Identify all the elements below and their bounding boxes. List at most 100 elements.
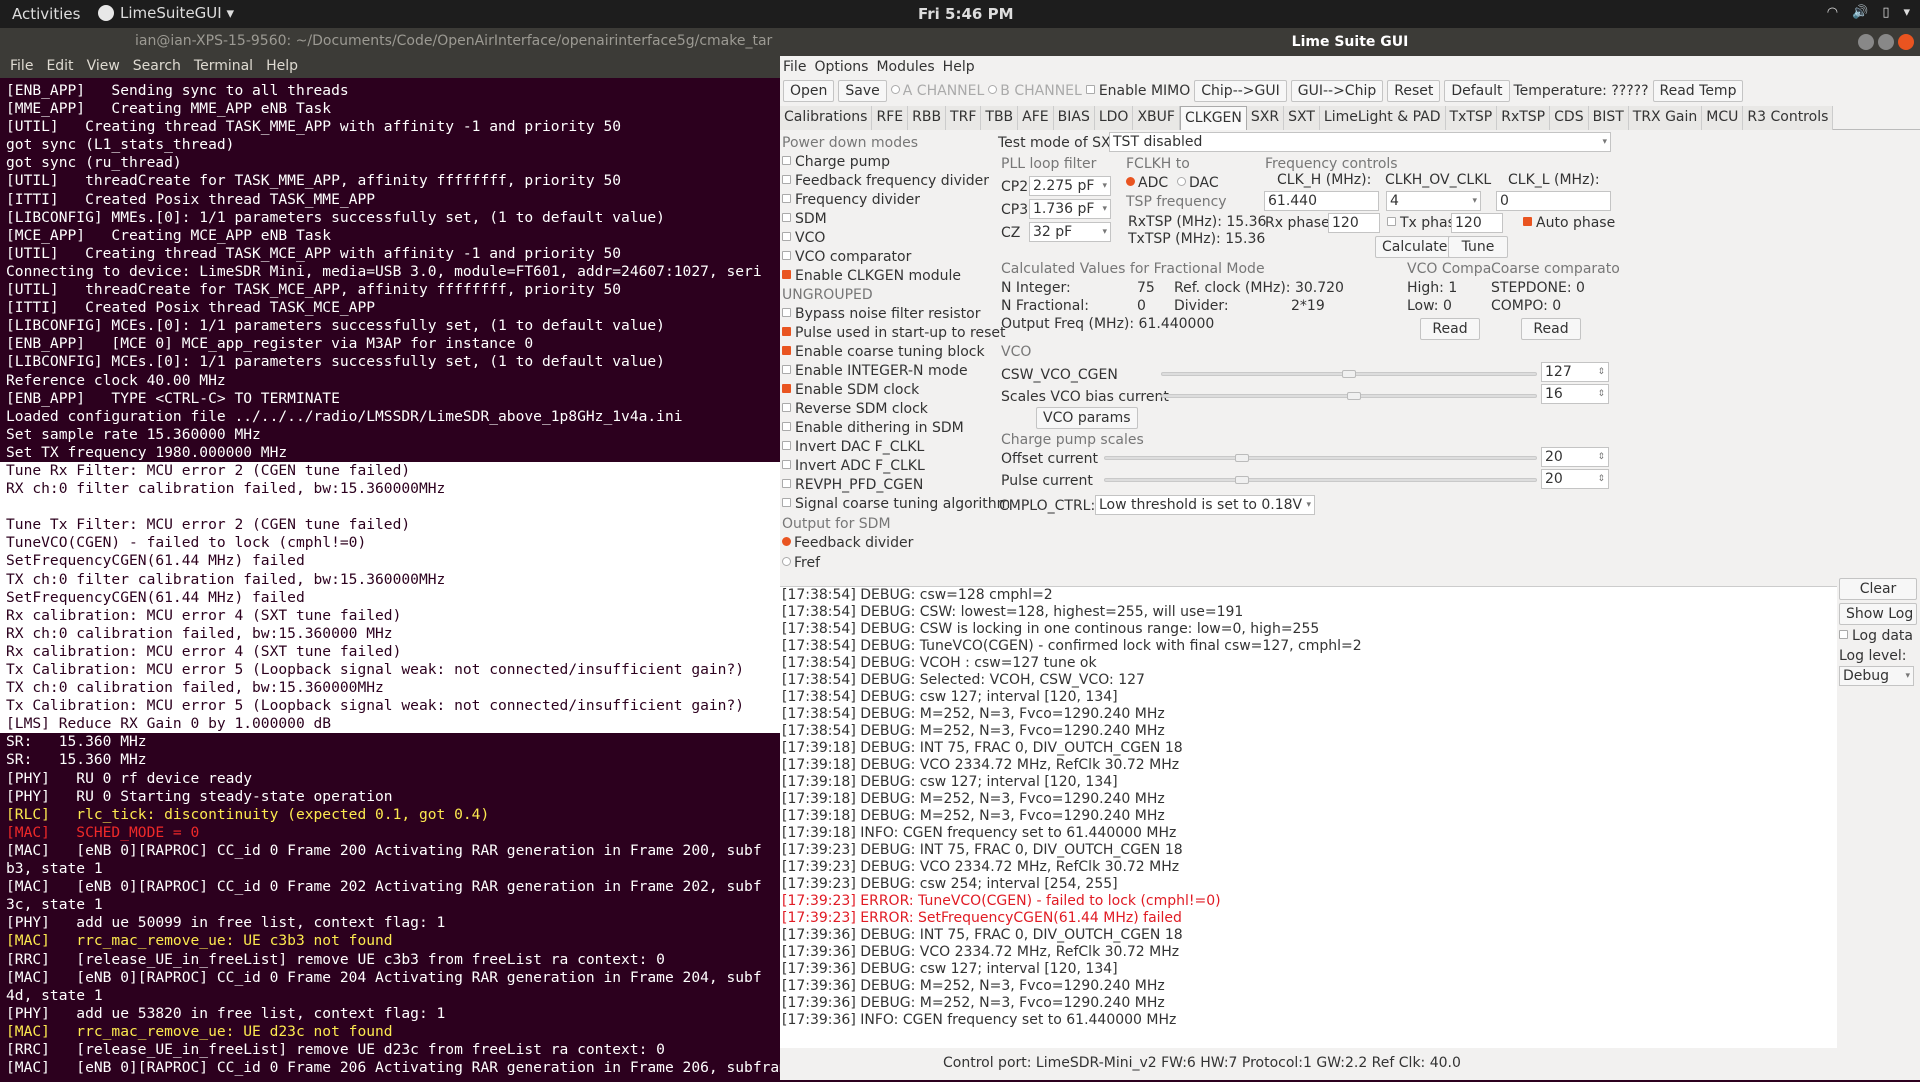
ungrouped-option-checkbox[interactable]: Pulse used in start-up to reset (782, 325, 1005, 341)
coarse-read-button[interactable]: Read (1521, 318, 1581, 340)
ungrouped-option-checkbox[interactable]: Signal coarse tuning algorithm (782, 496, 1010, 512)
csw-vco-cgen-spinbox[interactable]: 127 ⇕ (1541, 362, 1609, 382)
clk-h-input[interactable]: 61.440 (1264, 191, 1379, 211)
offset-current-slider[interactable] (1104, 454, 1537, 462)
b-channel-radio[interactable]: B CHANNEL (988, 83, 1082, 99)
ungrouped-option-checkbox[interactable]: Reverse SDM clock (782, 401, 928, 417)
show-log-button[interactable]: Show Log (1839, 603, 1917, 625)
power-down-feedback-frequency-divider-checkbox[interactable]: Feedback frequency divider (782, 173, 989, 189)
power-down-vco-comparator-checkbox[interactable]: VCO comparator (782, 249, 911, 265)
tab-calibrations[interactable]: Calibrations (780, 106, 873, 130)
tab-bist[interactable]: BIST (1588, 106, 1629, 130)
maximize-button[interactable] (1878, 34, 1894, 50)
save-button[interactable]: Save (838, 80, 887, 102)
lime-menu-help[interactable]: Help (943, 56, 975, 78)
ungrouped-option-checkbox[interactable]: Invert DAC F_CLKL (782, 439, 924, 455)
pulse-current-slider[interactable] (1104, 476, 1537, 484)
read-temp-button[interactable]: Read Temp (1652, 80, 1744, 102)
ungrouped-option-checkbox[interactable]: Bypass noise filter resistor (782, 306, 980, 322)
fclkh-dac-radio[interactable]: DAC (1177, 175, 1219, 191)
tab-tbb[interactable]: TBB (981, 106, 1019, 130)
tab-txtsp[interactable]: TxTSP (1445, 106, 1498, 130)
enable-mimo-checkbox[interactable]: Enable MIMO (1086, 83, 1190, 99)
log-panel[interactable]: [17:38:54] DEBUG: csw=128 cmphl=2 [17:38:… (780, 586, 1837, 1048)
tx-phase-input[interactable]: 120 (1451, 213, 1503, 233)
terminal-window[interactable]: ian@ian-XPS-15-9560: ~/Documents/Code/Op… (0, 28, 780, 1080)
power-down-vco-checkbox[interactable]: VCO (782, 230, 825, 246)
system-tray[interactable]: ◠ 🔊 ▯ ▾ (1827, 5, 1910, 20)
minimize-button[interactable] (1858, 34, 1874, 50)
tab-trf[interactable]: TRF (946, 106, 982, 130)
vco-params-button[interactable]: VCO params (1036, 407, 1138, 429)
app-menu[interactable]: LimeSuiteGUI ▾ (98, 4, 234, 22)
tab-r3-controls[interactable]: R3 Controls (1743, 106, 1834, 130)
calculate-button[interactable]: Calculate (1375, 236, 1455, 258)
tab-ldo[interactable]: LDO (1094, 106, 1134, 130)
feedback-divider-radio[interactable]: Feedback divider (782, 535, 913, 551)
ungrouped-option-checkbox[interactable]: Enable dithering in SDM (782, 420, 964, 436)
tab-limelight-pad[interactable]: LimeLight & PAD (1319, 106, 1446, 130)
ungrouped-option-checkbox[interactable]: REVPH_PFD_CGEN (782, 477, 923, 493)
clkh-ov-clkl-select[interactable]: 4 ▾ (1386, 191, 1481, 211)
ungrouped-option-checkbox[interactable]: Invert ADC F_CLKL (782, 458, 925, 474)
fref-radio[interactable]: Fref (782, 555, 820, 571)
tab-xbuf[interactable]: XBUF (1133, 106, 1180, 130)
log-data-checkbox[interactable]: Log data (1839, 628, 1913, 644)
lime-menu-options[interactable]: Options (814, 56, 868, 78)
scales-vco-bias-spinbox[interactable]: 16 ⇕ (1541, 384, 1609, 404)
clear-log-button[interactable]: Clear (1839, 578, 1917, 600)
clock[interactable]: Fri 5:46 PM (918, 5, 1014, 23)
scales-vco-bias-slider[interactable] (1161, 392, 1537, 400)
lime-menu-file[interactable]: File (783, 56, 806, 78)
lime-menu-modules[interactable]: Modules (876, 56, 934, 78)
tab-clkgen[interactable]: CLKGEN (1179, 106, 1247, 130)
tab-mcu[interactable]: MCU (1702, 106, 1744, 130)
tab-rbb[interactable]: RBB (908, 106, 947, 130)
pulse-current-spinbox[interactable]: 20 ⇕ (1541, 469, 1609, 489)
close-button[interactable] (1898, 34, 1914, 50)
gui-to-chip-button[interactable]: GUI-->Chip (1290, 80, 1384, 102)
power-down-sdm-checkbox[interactable]: SDM (782, 211, 827, 227)
terminal-menu-terminal[interactable]: Terminal (194, 54, 253, 78)
tab-sxr[interactable]: SXR (1246, 106, 1285, 130)
slider-handle[interactable] (1347, 392, 1361, 400)
cmplo-ctrl-select[interactable]: Low threshold is set to 0.18V ▾ (1095, 495, 1315, 515)
ungrouped-option-checkbox[interactable]: Enable SDM clock (782, 382, 919, 398)
cp3-select[interactable]: 1.736 pF ▾ (1029, 199, 1111, 219)
cp2-select[interactable]: 2.275 pF ▾ (1029, 176, 1111, 196)
tune-button[interactable]: Tune (1448, 236, 1508, 258)
tab-afe[interactable]: AFE (1018, 106, 1054, 130)
slider-handle[interactable] (1342, 370, 1356, 378)
slider-handle[interactable] (1235, 454, 1249, 462)
log-level-select[interactable]: Debug ▾ (1839, 666, 1914, 686)
vco-read-button[interactable]: Read (1420, 318, 1480, 340)
tab-cds[interactable]: CDS (1550, 106, 1589, 130)
ungrouped-option-checkbox[interactable]: Enable coarse tuning block (782, 344, 985, 360)
terminal-menu-edit[interactable]: Edit (46, 54, 73, 78)
tab-bias[interactable]: BIAS (1053, 106, 1095, 130)
default-button[interactable]: Default (1444, 80, 1510, 102)
slider-handle[interactable] (1235, 476, 1249, 484)
fclkh-adc-radio[interactable]: ADC (1126, 175, 1168, 191)
clk-l-input[interactable]: 0 (1496, 191, 1611, 211)
ungrouped-option-checkbox[interactable]: Enable INTEGER-N mode (782, 363, 968, 379)
terminal-menu-help[interactable]: Help (266, 54, 298, 78)
power-down-frequency-divider-checkbox[interactable]: Frequency divider (782, 192, 920, 208)
test-mode-select[interactable]: TST disabled ▾ (1109, 132, 1611, 152)
terminal-menu-search[interactable]: Search (133, 54, 181, 78)
tab-rxtsp[interactable]: RxTSP (1497, 106, 1551, 130)
tab-trx-gain[interactable]: TRX Gain (1628, 106, 1703, 130)
cz-select[interactable]: 32 pF ▾ (1029, 222, 1111, 242)
csw-vco-cgen-slider[interactable] (1161, 370, 1537, 378)
enable-clkgen-checkbox[interactable]: Enable CLKGEN module (782, 268, 961, 284)
activities-button[interactable]: Activities (12, 5, 80, 23)
rx-phase-input[interactable]: 120 (1328, 213, 1380, 233)
a-channel-radio[interactable]: A CHANNEL (891, 83, 985, 99)
auto-phase-checkbox[interactable]: Auto phase (1523, 215, 1615, 231)
terminal-output[interactable]: [ENB_APP] Sending sync to all threads [MM… (0, 82, 780, 1082)
tab-rfe[interactable]: RFE (872, 106, 909, 130)
power-down-charge-pump-checkbox[interactable]: Charge pump (782, 154, 890, 170)
chip-to-gui-button[interactable]: Chip-->GUI (1194, 80, 1287, 102)
offset-current-spinbox[interactable]: 20 ⇕ (1541, 447, 1609, 467)
open-button[interactable]: Open (783, 80, 835, 102)
